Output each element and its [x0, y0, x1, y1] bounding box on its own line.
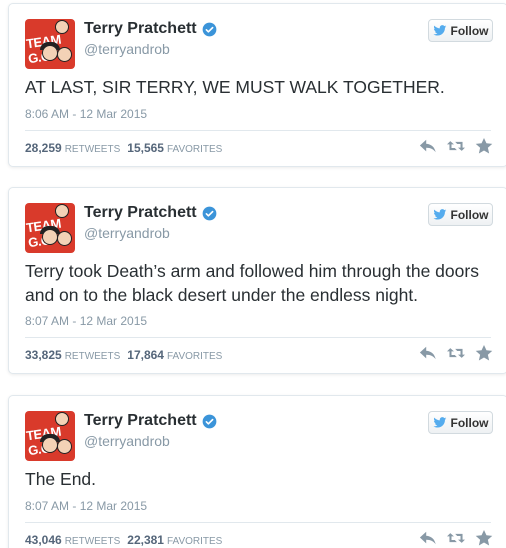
tweet-actions — [419, 345, 493, 361]
name-row: Terry Pratchett — [84, 204, 217, 222]
follow-button[interactable]: Follow — [428, 411, 493, 434]
tweet-header: TEAM G.O. Terry Pratchett @terryandrob F… — [9, 188, 506, 253]
avatar[interactable]: TEAM G.O. — [25, 411, 75, 461]
tweet-text: Terry took Death’s arm and followed him … — [25, 261, 479, 305]
divider — [25, 522, 491, 523]
star-icon[interactable] — [475, 345, 493, 361]
verified-badge-icon — [202, 414, 217, 428]
tweet-header: TEAM G.O. Terry Pratchett @terryandrob F… — [9, 4, 506, 69]
avatar[interactable]: TEAM G.O. — [25, 19, 75, 69]
retweet-count[interactable]: 28,259 — [25, 141, 62, 155]
tweet-actions — [419, 138, 493, 154]
divider — [25, 130, 491, 131]
tweet-card: TEAM G.O. Terry Pratchett @terryandrob F… — [8, 187, 506, 374]
favorite-count[interactable]: 17,864 — [127, 348, 164, 362]
tweet-header: TEAM G.O. Terry Pratchett @terryandrob F… — [9, 396, 506, 461]
twitter-bird-icon — [432, 416, 446, 428]
favorites-label: FAVORITES — [166, 351, 223, 362]
tweet-card: TEAM G.O. Terry Pratchett @terryandrob F… — [8, 3, 506, 167]
retweets-label: RETWEETS — [64, 536, 121, 547]
tweet-text: The End. — [25, 469, 97, 489]
tweet-stats: 33,825 RETWEETS 17,864 FAVORITES — [25, 348, 229, 362]
avatar-face — [57, 47, 72, 62]
name-row: Terry Pratchett — [84, 412, 217, 430]
retweet-count[interactable]: 43,046 — [25, 533, 62, 547]
tweet-timestamp[interactable]: 8:07 AM - 12 Mar 2015 — [25, 314, 147, 328]
tweet-text: AT LAST, SIR TERRY, WE MUST WALK TOGETHE… — [25, 77, 445, 97]
user-name[interactable]: Terry Pratchett — [84, 412, 197, 430]
reply-icon[interactable] — [419, 345, 437, 361]
user-name[interactable]: Terry Pratchett — [84, 204, 197, 222]
user-name[interactable]: Terry Pratchett — [84, 20, 197, 38]
twitter-bird-icon — [432, 208, 446, 220]
favorites-label: FAVORITES — [166, 536, 223, 547]
favorites-label: FAVORITES — [166, 144, 223, 155]
avatar-face — [42, 45, 58, 61]
retweet-icon[interactable] — [447, 345, 465, 361]
star-icon[interactable] — [475, 138, 493, 154]
reply-icon[interactable] — [419, 138, 437, 154]
avatar-face — [42, 229, 58, 245]
tweet-list: TEAM G.O. Terry Pratchett @terryandrob F… — [0, 0, 506, 548]
retweets-label: RETWEETS — [64, 144, 121, 155]
tweet-stats: 28,259 RETWEETS 15,565 FAVORITES — [25, 141, 229, 155]
user-info: Terry Pratchett @terryandrob — [84, 20, 217, 57]
follow-button[interactable]: Follow — [428, 203, 493, 226]
follow-label: Follow — [450, 23, 489, 38]
user-info: Terry Pratchett @terryandrob — [84, 204, 217, 241]
avatar-face — [42, 437, 58, 453]
divider — [25, 337, 491, 338]
twitter-bird-icon — [432, 24, 446, 36]
tweet-actions — [419, 530, 493, 546]
verified-badge-icon — [202, 206, 217, 220]
tweet-stats: 43,046 RETWEETS 22,381 FAVORITES — [25, 533, 229, 547]
avatar-face — [57, 439, 72, 454]
reply-icon[interactable] — [419, 530, 437, 546]
retweets-label: RETWEETS — [64, 351, 121, 362]
avatar-face — [57, 231, 72, 246]
star-icon[interactable] — [475, 530, 493, 546]
retweet-count[interactable]: 33,825 — [25, 348, 62, 362]
follow-button[interactable]: Follow — [428, 19, 493, 42]
user-handle[interactable]: @terryandrob — [84, 41, 217, 57]
retweet-icon[interactable] — [447, 138, 465, 154]
user-info: Terry Pratchett @terryandrob — [84, 412, 217, 449]
user-handle[interactable]: @terryandrob — [84, 225, 217, 241]
avatar[interactable]: TEAM G.O. — [25, 203, 75, 253]
tweet-timestamp[interactable]: 8:07 AM - 12 Mar 2015 — [25, 499, 147, 513]
verified-badge-icon — [202, 22, 217, 36]
retweet-icon[interactable] — [447, 530, 465, 546]
favorite-count[interactable]: 22,381 — [127, 533, 164, 547]
name-row: Terry Pratchett — [84, 20, 217, 38]
follow-label: Follow — [450, 207, 489, 222]
tweet-card: TEAM G.O. Terry Pratchett @terryandrob F… — [8, 395, 506, 548]
user-handle[interactable]: @terryandrob — [84, 433, 217, 449]
favorite-count[interactable]: 15,565 — [127, 141, 164, 155]
follow-label: Follow — [450, 415, 489, 430]
tweet-timestamp[interactable]: 8:06 AM - 12 Mar 2015 — [25, 107, 147, 121]
